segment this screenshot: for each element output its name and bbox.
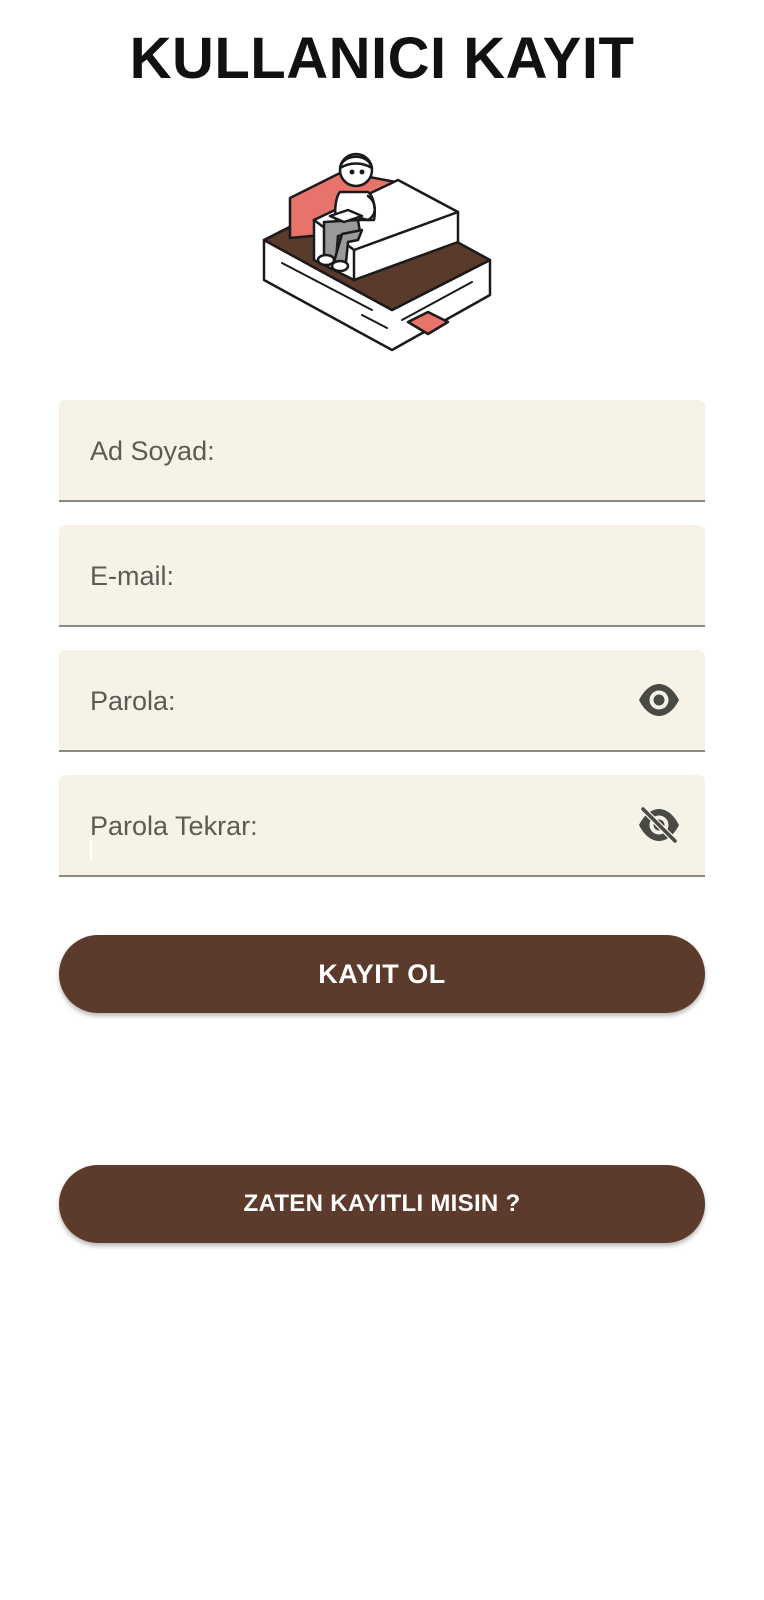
password-repeat-field[interactable]: Parola Tekrar: [59,775,705,877]
email-field[interactable]: E-mail: [59,525,705,627]
text-cursor [90,837,92,861]
full-name-field[interactable]: Ad Soyad: [59,400,705,502]
password-repeat-label: Parola Tekrar: [90,811,258,841]
password-field[interactable]: Parola: [59,650,705,752]
page-title: KULLANICI KAYIT [129,26,635,91]
eye-icon[interactable] [637,682,681,718]
register-button[interactable]: KAYIT OL [59,935,705,1013]
full-name-label: Ad Soyad: [90,436,215,466]
eye-off-icon[interactable] [637,806,681,844]
email-label: E-mail: [90,561,175,591]
reading-person-illustration [262,150,502,360]
already-registered-button[interactable]: ZATEN KAYITLI MISIN ? [59,1165,705,1243]
password-label: Parola: [90,686,176,716]
